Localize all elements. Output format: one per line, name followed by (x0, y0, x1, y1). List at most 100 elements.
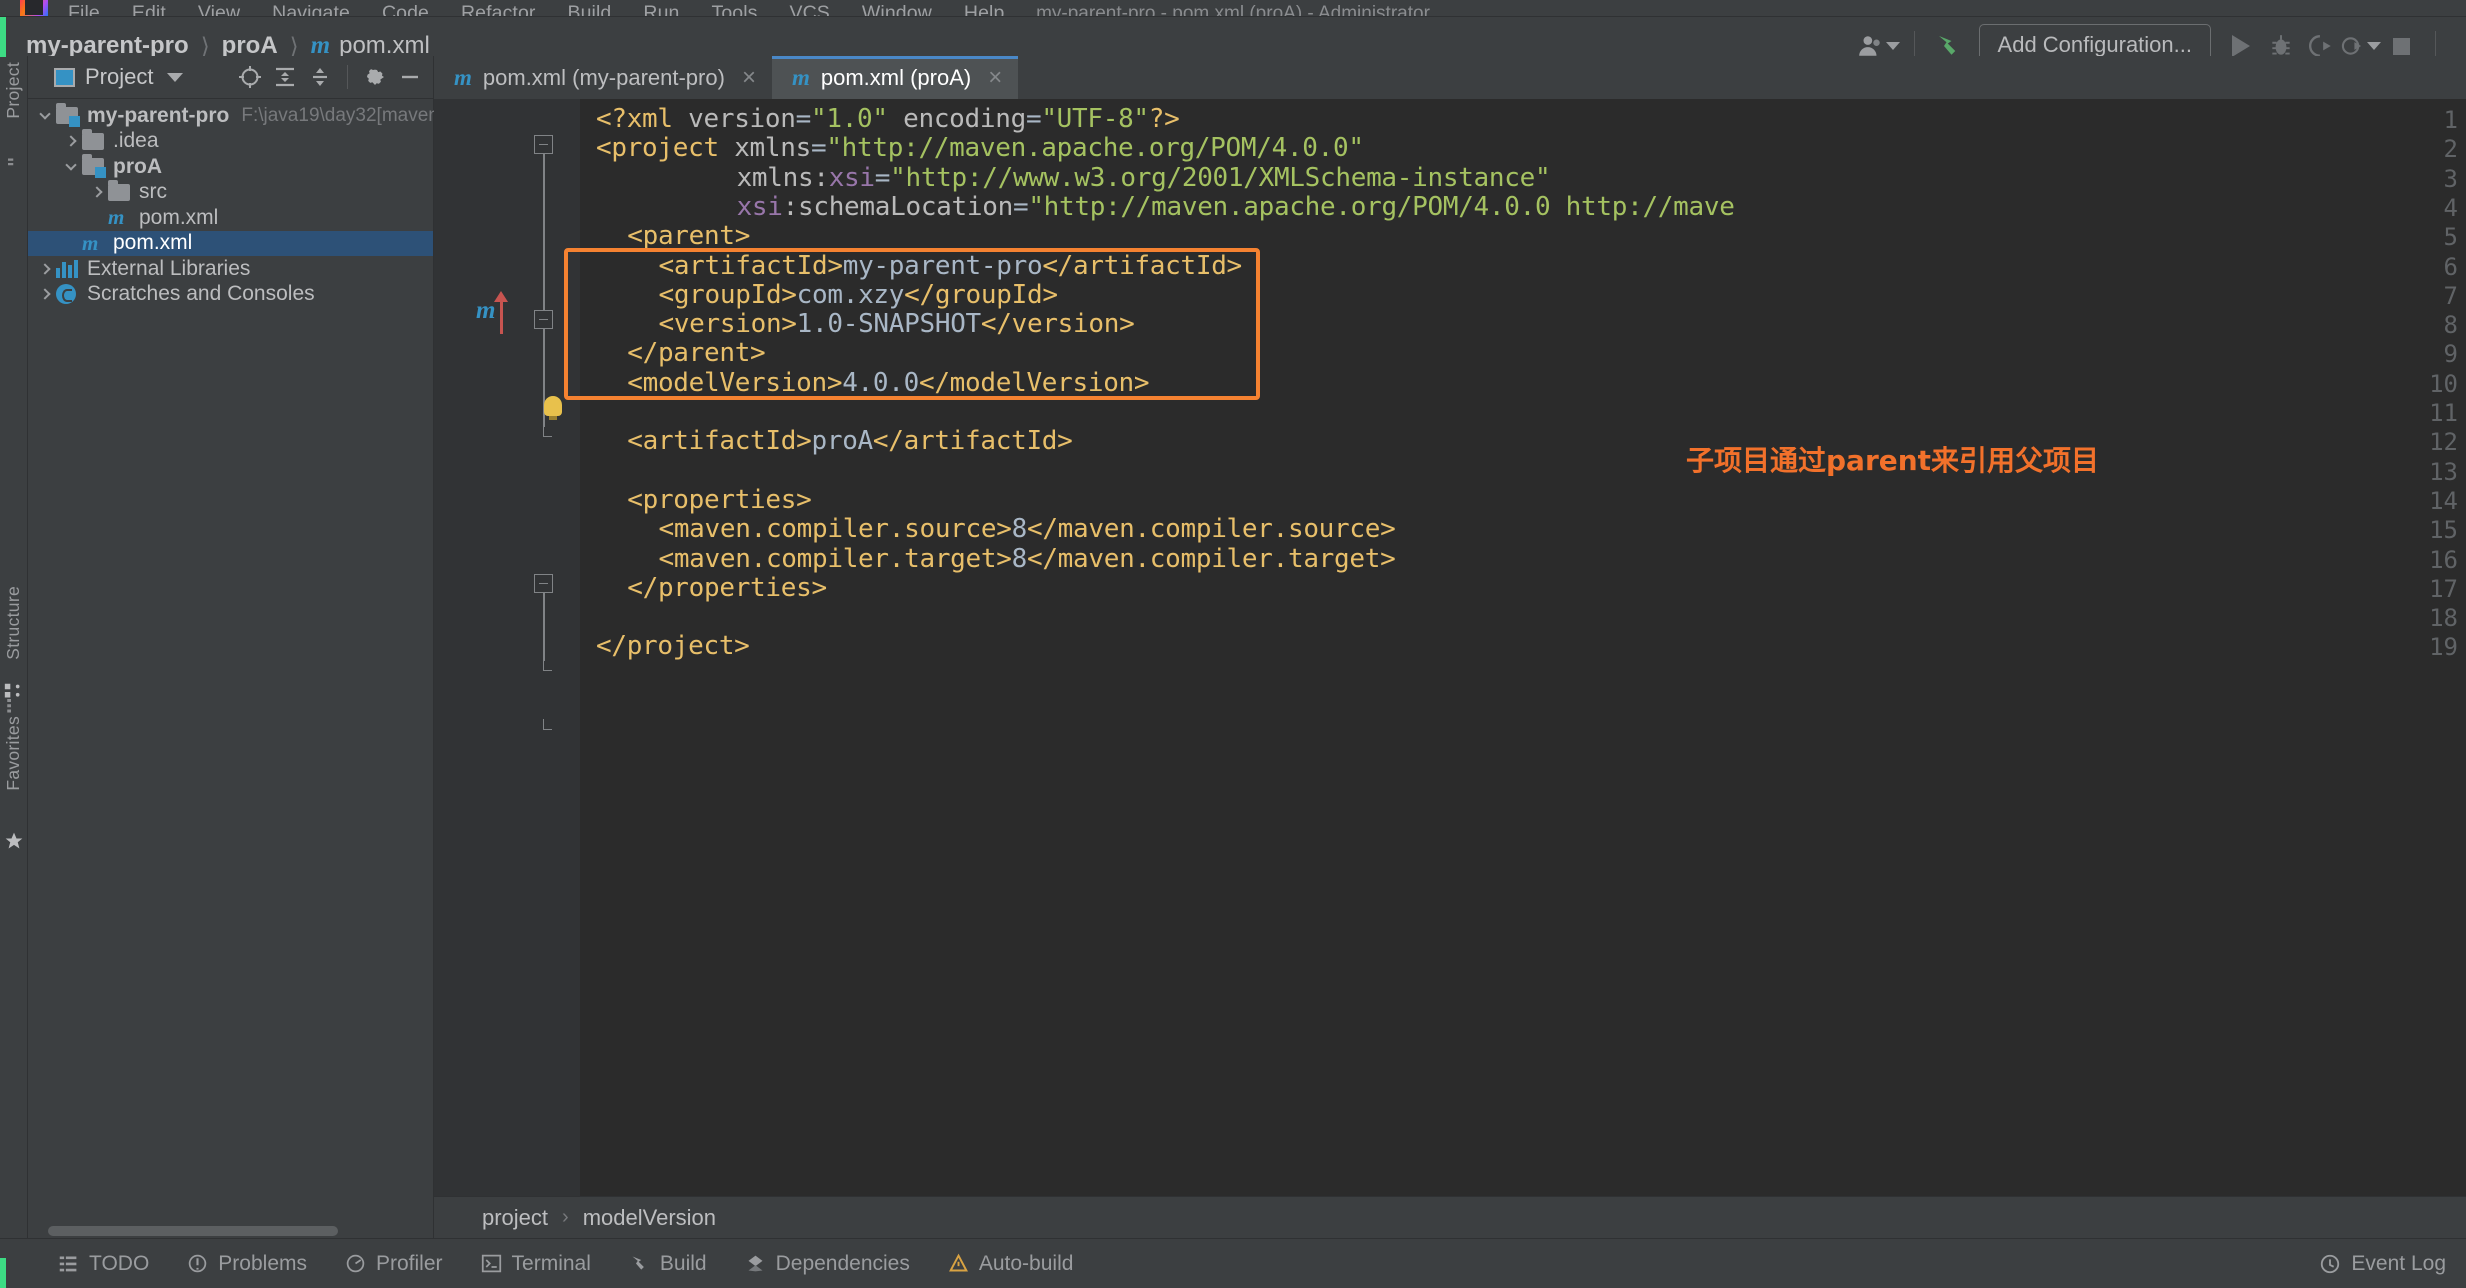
menu-item-run[interactable]: Run (627, 2, 695, 16)
fold-marker-line2[interactable] (534, 135, 553, 154)
tool-window-button-build[interactable]: Build (629, 1252, 707, 1276)
code-token: ?> (1148, 104, 1180, 134)
collapse-all-icon[interactable] (305, 62, 335, 92)
tree-item-label: External Libraries (87, 256, 251, 280)
code-line-10: <modelVersion>4.0.0</modelVersion> (627, 367, 1149, 398)
menu-item-edit[interactable]: Edit (116, 2, 182, 16)
gear-icon[interactable] (360, 62, 390, 92)
chevron-right-icon[interactable] (86, 186, 108, 198)
code-token: xmlns: (736, 162, 829, 193)
menu-item-refactor[interactable]: Refactor (445, 2, 552, 16)
favorites-grid-icon[interactable] (3, 681, 25, 708)
tree-item-label: my-parent-pro (87, 103, 230, 127)
terminal-icon (481, 1253, 502, 1274)
tree-item-proa[interactable]: proA (28, 154, 433, 180)
chevron-down-icon[interactable] (167, 72, 184, 82)
code-line-1: <?xml version="1.0" encoding="UTF-8"?> (596, 105, 1180, 134)
code-token: </project> (596, 631, 750, 662)
star-icon[interactable] (4, 831, 24, 856)
chevron-down-icon[interactable] (34, 108, 56, 120)
tool-window-label: Terminal (511, 1251, 591, 1275)
breadcrumb-element-modelversion[interactable]: modelVersion (583, 1205, 716, 1231)
code-line-6: <artifactId>my-parent-pro</artifactId> (658, 251, 1242, 281)
editor-tab-1[interactable]: m pom.xml (proA) × (771, 56, 1019, 99)
tool-window-label: TODO (89, 1251, 150, 1275)
hide-icon[interactable] (395, 62, 425, 92)
tree-item-label: pom.xml (139, 205, 219, 229)
menu-item-file[interactable]: File (52, 2, 116, 16)
fold-marker-line5[interactable] (534, 310, 553, 329)
folder-icon (82, 128, 104, 150)
tree-item-external-libraries[interactable]: External Libraries (28, 256, 433, 282)
expand-all-icon[interactable] (270, 62, 300, 92)
code-token: encoding (903, 104, 1026, 134)
problems-icon (187, 1253, 208, 1274)
chevron-right-icon[interactable] (60, 135, 82, 147)
tool-window-button-problems[interactable]: Problems (187, 1252, 307, 1276)
maven-run-gutter-icon[interactable]: m (476, 297, 495, 325)
tree-item--idea[interactable]: .idea (28, 128, 433, 155)
tool-window-button-structure[interactable]: Structure (3, 586, 24, 660)
chevron-down-icon (1885, 42, 1900, 50)
bookmarks-icon[interactable] (5, 154, 23, 177)
tool-window-button-event-log[interactable]: Event Log (2319, 1252, 2446, 1276)
project-icon (54, 67, 75, 87)
tool-window-label: Dependencies (775, 1251, 910, 1275)
menu-item-vcs[interactable]: VCS (774, 2, 846, 16)
code-token: <?xml (596, 104, 673, 134)
left-tool-strip: Project Structure Favorites (0, 56, 28, 1256)
menu-item-view[interactable]: View (182, 2, 256, 16)
tool-window-button-dependencies[interactable]: Dependencies (745, 1252, 910, 1276)
menu-item-navigate[interactable]: Navigate (256, 2, 366, 16)
modified-line-arrow-icon (494, 291, 508, 334)
tree-item-src[interactable]: src (28, 179, 433, 206)
tree-item-pom-xml[interactable]: m pom.xml (28, 230, 433, 256)
code-token: </parent> (627, 338, 766, 369)
tool-window-button-favorites[interactable]: Favorites (3, 716, 24, 791)
tool-window-button-profiler[interactable]: Profiler (345, 1252, 443, 1276)
chevron-down-icon[interactable] (60, 159, 82, 171)
code-line-5: <parent> (627, 222, 750, 251)
tool-window-label: Event Log (2351, 1251, 2446, 1275)
tool-window-label: Profiler (376, 1251, 443, 1275)
todo-icon (58, 1253, 79, 1274)
code-token: "1.0" (810, 104, 888, 134)
tool-window-button-project[interactable]: Project (3, 62, 24, 119)
code-token: 4.0.0 (842, 367, 919, 398)
menu-item-build[interactable]: Build (552, 2, 628, 16)
event-log-icon (2319, 1253, 2341, 1275)
maven-file-icon: m (791, 64, 810, 90)
fold-line (543, 154, 545, 311)
tool-window-button-auto-build[interactable]: Auto-build (948, 1252, 1073, 1276)
menu-item-window[interactable]: Window (846, 2, 948, 16)
code-token: "http://maven.apache.org/POM/4.0.0 http:… (1028, 191, 1735, 222)
tool-window-button-todo[interactable]: TODO (58, 1252, 149, 1276)
tree-item-my-parent-pro[interactable]: my-parent-pro F:\java19\day32[maven_jsp]\… (28, 103, 515, 129)
tree-item-pom-xml[interactable]: m pom.xml (28, 205, 433, 231)
tool-window-button-terminal[interactable]: Terminal (481, 1252, 591, 1276)
code-token: <artifactId> (627, 426, 812, 457)
chevron-right-icon[interactable] (34, 263, 56, 275)
menu-item-tools[interactable]: Tools (695, 2, 773, 16)
intention-bulb-icon[interactable] (544, 396, 562, 420)
chevron-right-icon: › (562, 1206, 569, 1228)
breadcrumb-element-project[interactable]: project (482, 1205, 548, 1231)
code-line-7: <groupId>com.xzy</groupId> (658, 280, 1058, 310)
editor-tab-0[interactable]: m pom.xml (my-parent-pro) × (434, 56, 772, 99)
locate-icon[interactable] (235, 62, 265, 92)
close-icon[interactable]: × (988, 64, 1002, 92)
code-token: </version> (980, 309, 1135, 340)
menu-item-help[interactable]: Help (948, 2, 1021, 16)
project-panel-scrollbar[interactable] (48, 1226, 338, 1236)
chevron-right-icon[interactable] (34, 288, 56, 300)
tree-item-scratches-and-consoles[interactable]: Scratches and Consoles (28, 282, 433, 308)
menu-item-code[interactable]: Code (366, 2, 445, 16)
code-line-16: <maven.compiler.target>8</maven.compiler… (658, 544, 1395, 574)
close-icon[interactable]: × (742, 64, 756, 92)
fold-marker-line14[interactable] (534, 574, 553, 593)
annotation-text: 子项目通过parent来引用父项目 (1686, 444, 2100, 477)
code-editor[interactable]: 1 2 3 4 5 6 7 8 9 10 11 12 13 14 15 16 17 18 19 m <?xml ve… (434, 99, 2466, 1238)
line-number-gutter (434, 99, 522, 1238)
